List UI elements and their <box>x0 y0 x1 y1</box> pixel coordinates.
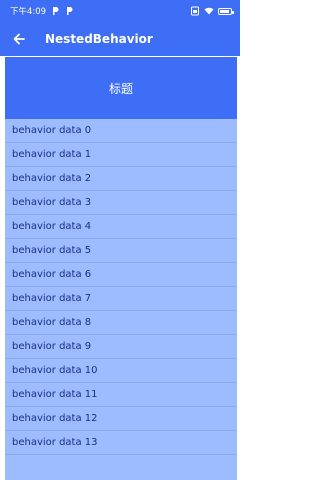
wifi-icon <box>204 6 214 16</box>
list-item[interactable]: behavior data 12 <box>5 407 237 431</box>
battery-icon <box>218 7 234 15</box>
list-item[interactable]: behavior data 8 <box>5 311 237 335</box>
list-item[interactable]: behavior data 0 <box>5 119 237 143</box>
app-bar: NestedBehavior <box>0 22 240 56</box>
page-title: NestedBehavior <box>45 32 153 46</box>
header-title-block: 标题 <box>5 57 237 119</box>
list-item[interactable]: behavior data 2 <box>5 167 237 191</box>
status-time: 下午4:09 <box>10 7 47 17</box>
status-right <box>190 6 234 16</box>
list-item[interactable]: behavior data 7 <box>5 287 237 311</box>
nested-scroll-content[interactable]: 标题 behavior data 0 behavior data 1 behav… <box>5 57 237 480</box>
list-item[interactable]: behavior data 4 <box>5 215 237 239</box>
behavior-list: behavior data 0 behavior data 1 behavior… <box>5 119 237 455</box>
list-item[interactable]: behavior data 6 <box>5 263 237 287</box>
header-title: 标题 <box>108 81 133 96</box>
list-item[interactable]: behavior data 1 <box>5 143 237 167</box>
status-left: 下午4:09 <box>10 5 74 17</box>
list-item[interactable]: behavior data 10 <box>5 359 237 383</box>
list-item[interactable]: behavior data 5 <box>5 239 237 263</box>
list-item[interactable]: behavior data 9 <box>5 335 237 359</box>
arrow-back-icon[interactable] <box>9 29 29 49</box>
p-icon <box>50 6 60 16</box>
sim-icon <box>190 6 200 16</box>
list-item[interactable]: behavior data 11 <box>5 383 237 407</box>
list-item[interactable]: behavior data 13 <box>5 431 237 455</box>
list-item[interactable]: behavior data 3 <box>5 191 237 215</box>
p-icon <box>64 6 74 16</box>
status-bar: 下午4:09 <box>0 0 240 22</box>
